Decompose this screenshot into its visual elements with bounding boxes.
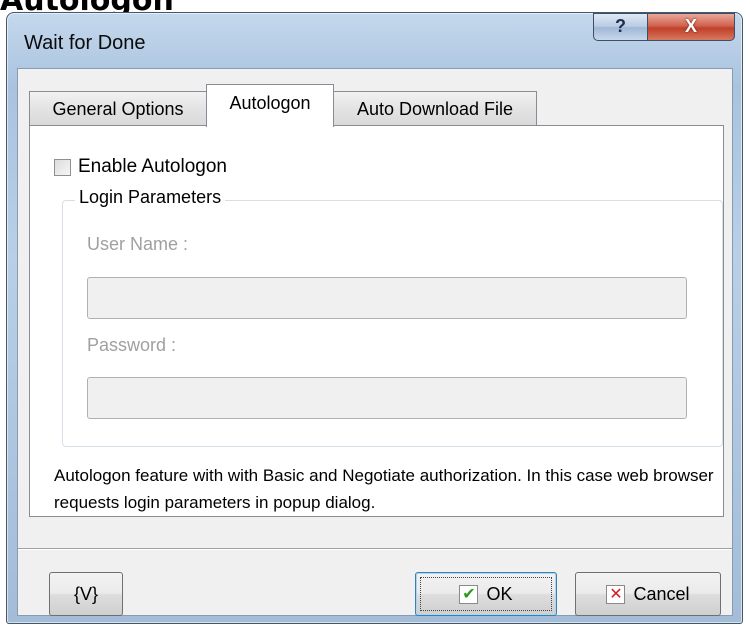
close-button[interactable]: X (647, 13, 735, 41)
help-icon: ? (615, 16, 626, 36)
check-icon: ✔ (459, 584, 479, 604)
dialog-window: Wait for Done ? X General Options Autolo… (6, 12, 743, 624)
ok-button-label: OK (486, 583, 513, 604)
user-name-label: User Name : (87, 234, 189, 254)
cancel-button-label: Cancel (633, 583, 690, 604)
tab-label: Autologon (229, 93, 311, 113)
close-icon: X (684, 16, 697, 36)
password-label: Password : (87, 335, 177, 355)
tab-auto-download-file[interactable]: Auto Download File (333, 91, 537, 126)
button-bar-divider-highlight (18, 549, 732, 550)
tab-autologon[interactable]: Autologon (206, 84, 334, 127)
enable-autologon-checkbox[interactable] (54, 159, 71, 176)
tab-label: Auto Download File (356, 99, 514, 119)
variables-button-label: {V} (73, 583, 99, 604)
user-name-input[interactable] (87, 277, 687, 319)
tab-label: General Options (52, 99, 184, 119)
autologon-info-text: Autologon feature with with Basic and Ne… (54, 466, 714, 512)
window-title: Wait for Done (24, 32, 146, 54)
x-icon: ✕ (606, 584, 626, 604)
dialog-client-area: General Options Autologon Auto Download … (17, 68, 733, 616)
ok-button[interactable]: ✔ OK (415, 572, 557, 616)
tab-general-options[interactable]: General Options (29, 91, 207, 126)
variables-button[interactable]: {V} (49, 572, 123, 616)
login-parameters-group: Login Parameters User Name : Password : (62, 187, 723, 447)
cancel-button[interactable]: ✕ Cancel (575, 572, 721, 616)
enable-autologon-label[interactable]: Enable Autologon (78, 156, 227, 178)
login-parameters-title: Login Parameters (75, 187, 226, 208)
help-button[interactable]: ? (593, 13, 648, 41)
password-input[interactable] (87, 377, 687, 419)
